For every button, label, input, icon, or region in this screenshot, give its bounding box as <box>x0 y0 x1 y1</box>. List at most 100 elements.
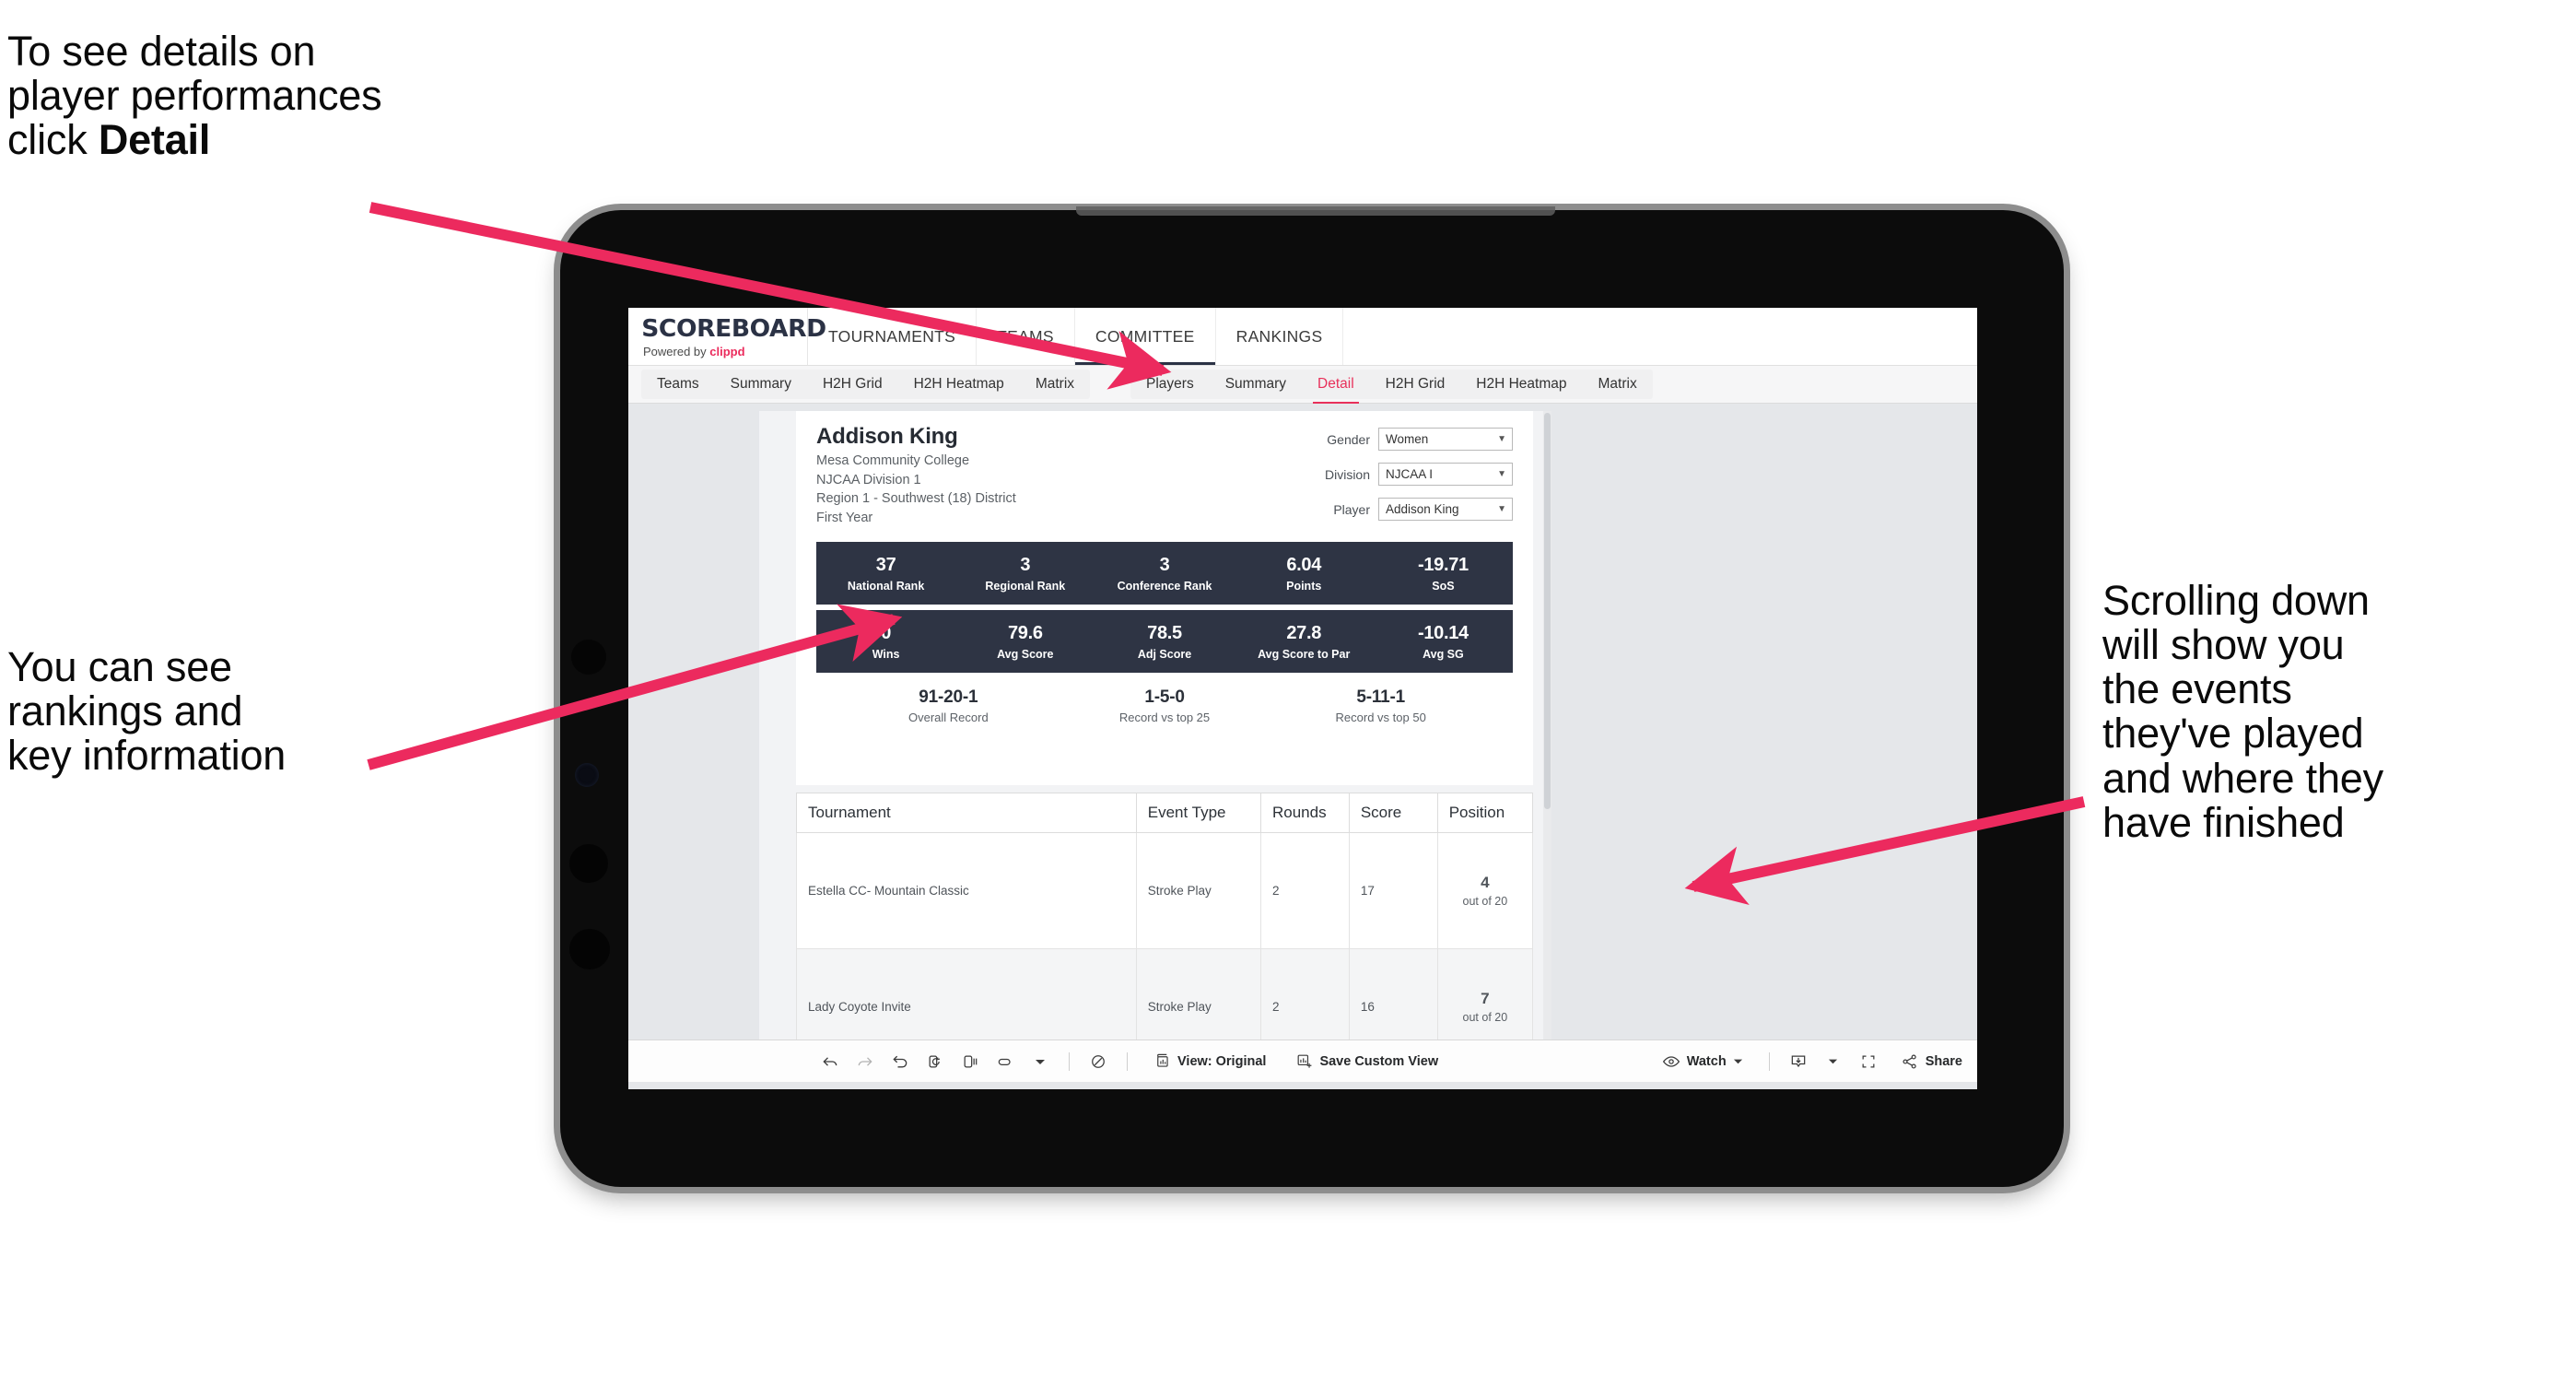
column-rounds[interactable]: Rounds <box>1259 793 1350 833</box>
save-custom-view-label: Save Custom View <box>1319 1053 1439 1069</box>
tab-players-matrix[interactable]: Matrix <box>1583 370 1653 399</box>
chevron-down-icon: ▼ <box>1497 433 1506 444</box>
tablet-volume-down-button[interactable] <box>569 929 610 969</box>
view-original-button[interactable]: View: Original <box>1139 1047 1281 1076</box>
stat-label: Regional Rank <box>985 579 1066 593</box>
player-name: Addison King <box>816 424 958 449</box>
position-field-size: out of 20 <box>1462 895 1508 908</box>
vertical-scrollbar[interactable] <box>1543 411 1551 1082</box>
filter-player: Player Addison King ▼ <box>1325 498 1513 521</box>
stat-label: SoS <box>1432 579 1455 593</box>
stat-avg-score-to-par: 27.8 Avg Score to Par <box>1235 623 1374 661</box>
download-icon[interactable] <box>1781 1047 1816 1076</box>
tab-teams-matrix[interactable]: Matrix <box>1020 370 1090 399</box>
record-value: 91-20-1 <box>919 687 978 707</box>
filter-gender: Gender Women ▼ <box>1325 428 1513 451</box>
column-position[interactable]: Position <box>1436 793 1534 833</box>
nav-rankings[interactable]: RANKINGS <box>1216 308 1344 365</box>
stat-value: 78.5 <box>1147 622 1182 643</box>
filter-panel: Gender Women ▼ Division NJCAA I ▼ Player… <box>1325 424 1513 533</box>
watch-label: Watch <box>1686 1053 1727 1069</box>
chevron-down-icon: ▼ <box>1497 503 1506 514</box>
record-value: 1-5-0 <box>1144 687 1185 707</box>
refresh-data-icon[interactable] <box>918 1047 953 1076</box>
scrollbar-thumb[interactable] <box>1544 413 1551 809</box>
tab-teams[interactable]: Teams <box>641 370 715 399</box>
filter-division-select[interactable]: NJCAA I ▼ <box>1378 463 1513 486</box>
stat-value: 3 <box>1020 554 1031 575</box>
chevron-down-icon: ▼ <box>1497 468 1506 479</box>
tab-teams-summary[interactable]: Summary <box>715 370 807 399</box>
stat-label: Points <box>1286 579 1322 593</box>
tablet-screen: SCOREBOARD Powered by clippd TOURNAMENTS… <box>628 308 1977 1089</box>
share-label: Share <box>1925 1053 1962 1069</box>
player-identity: Addison King Mesa Community College NJCA… <box>816 424 1016 533</box>
undo-icon[interactable] <box>813 1047 848 1076</box>
brand-clippd: clippd <box>709 344 745 358</box>
tablet-indicator-dot <box>586 699 594 707</box>
stat-label: Avg Score to Par <box>1258 647 1351 661</box>
filter-player-select[interactable]: Addison King ▼ <box>1378 498 1513 521</box>
stat-value: 0 <box>881 622 892 643</box>
tablet-speaker-grille <box>1076 206 1555 216</box>
highlight-icon[interactable] <box>1081 1047 1116 1076</box>
tab-players[interactable]: Players <box>1130 370 1210 399</box>
stat-avg-score: 79.6 Avg Score <box>955 623 1095 661</box>
filter-gender-select[interactable]: Women ▼ <box>1378 428 1513 451</box>
save-custom-view-button[interactable]: Save Custom View <box>1281 1047 1453 1076</box>
sub-tab-bar: Teams Summary H2H Grid H2H Heatmap Matri… <box>628 365 1977 405</box>
cell-rounds: 2 <box>1259 832 1350 949</box>
table-header-row: Tournament Event Type Rounds Score Posit… <box>796 793 1534 833</box>
tab-teams-h2h-heatmap[interactable]: H2H Heatmap <box>898 370 1020 399</box>
record-overall: 91-20-1 Overall Record <box>840 687 1057 724</box>
player-college: Mesa Community College <box>816 453 970 468</box>
nav-tournaments[interactable]: TOURNAMENTS <box>808 308 978 365</box>
tablet-volume-up-button[interactable] <box>569 844 608 883</box>
player-division: NJCAA Division 1 <box>816 472 921 487</box>
record-label: Overall Record <box>907 711 989 724</box>
pause-data-icon[interactable] <box>953 1047 988 1076</box>
player-meta: Mesa Community College NJCAA Division 1 … <box>816 452 1016 527</box>
player-overview-card: Addison King Mesa Community College NJCA… <box>796 411 1533 785</box>
player-year: First Year <box>816 510 873 525</box>
annotation-scrolling: Scrolling down will show you the events … <box>2102 577 2383 846</box>
tab-players-h2h-grid[interactable]: H2H Grid <box>1370 370 1461 399</box>
stat-value: 37 <box>875 554 896 575</box>
annotation-rankings: You can see rankings and key information <box>7 643 287 780</box>
stat-label: National Rank <box>847 579 925 593</box>
workspace: Addison King Mesa Community College NJCA… <box>628 404 1977 1082</box>
stat-label: Wins <box>872 647 900 661</box>
table-row[interactable]: Estella CC- Mountain Classic Stroke Play… <box>796 832 1534 949</box>
cell-score: 17 <box>1348 832 1438 949</box>
tab-players-detail[interactable]: Detail <box>1302 370 1370 405</box>
watch-button[interactable]: Watch <box>1647 1047 1758 1076</box>
brand-powered-prefix: Powered by <box>643 344 710 358</box>
tab-players-summary[interactable]: Summary <box>1210 370 1302 399</box>
tab-teams-h2h-grid[interactable]: H2H Grid <box>807 370 898 399</box>
player-region: Region 1 - Southwest (18) District <box>816 491 1016 507</box>
slide-canvas: To see details on player performances cl… <box>0 0 2576 1386</box>
filter-division-label: Division <box>1324 466 1370 482</box>
column-tournament[interactable]: Tournament <box>796 793 1137 833</box>
share-button[interactable]: Share <box>1886 1047 1977 1076</box>
cell-tournament: Estella CC- Mountain Classic <box>796 832 1137 949</box>
stat-adj-score: 78.5 Adj Score <box>1095 623 1234 661</box>
column-score[interactable]: Score <box>1348 793 1438 833</box>
column-event-type[interactable]: Event Type <box>1135 793 1261 833</box>
pan-icon[interactable] <box>988 1047 1023 1076</box>
tab-group-players: Players Summary Detail H2H Grid H2H Heat… <box>1130 370 1653 405</box>
brand-logo[interactable]: SCOREBOARD Powered by clippd <box>628 308 826 365</box>
nav-committee[interactable]: COMMITTEE <box>1075 308 1216 365</box>
pan-dropdown-icon[interactable] <box>1023 1047 1058 1076</box>
nav-teams[interactable]: TEAMS <box>977 308 1075 365</box>
stats-row-scoring: 0 Wins 79.6 Avg Score 78.5 Adj Score 27.… <box>816 610 1513 673</box>
tab-players-h2h-heatmap[interactable]: H2H Heatmap <box>1460 370 1582 399</box>
stat-avg-sg: -10.14 Avg SG <box>1374 623 1513 661</box>
record-vs-top-50: 5-11-1 Record vs top 50 <box>1272 687 1489 724</box>
stat-regional-rank: 3 Regional Rank <box>955 555 1095 593</box>
fullscreen-icon[interactable] <box>1851 1047 1886 1076</box>
redo-icon[interactable] <box>848 1047 883 1076</box>
download-dropdown-icon[interactable] <box>1816 1047 1851 1076</box>
toolbar-divider <box>1069 1051 1070 1071</box>
revert-icon[interactable] <box>883 1047 918 1076</box>
